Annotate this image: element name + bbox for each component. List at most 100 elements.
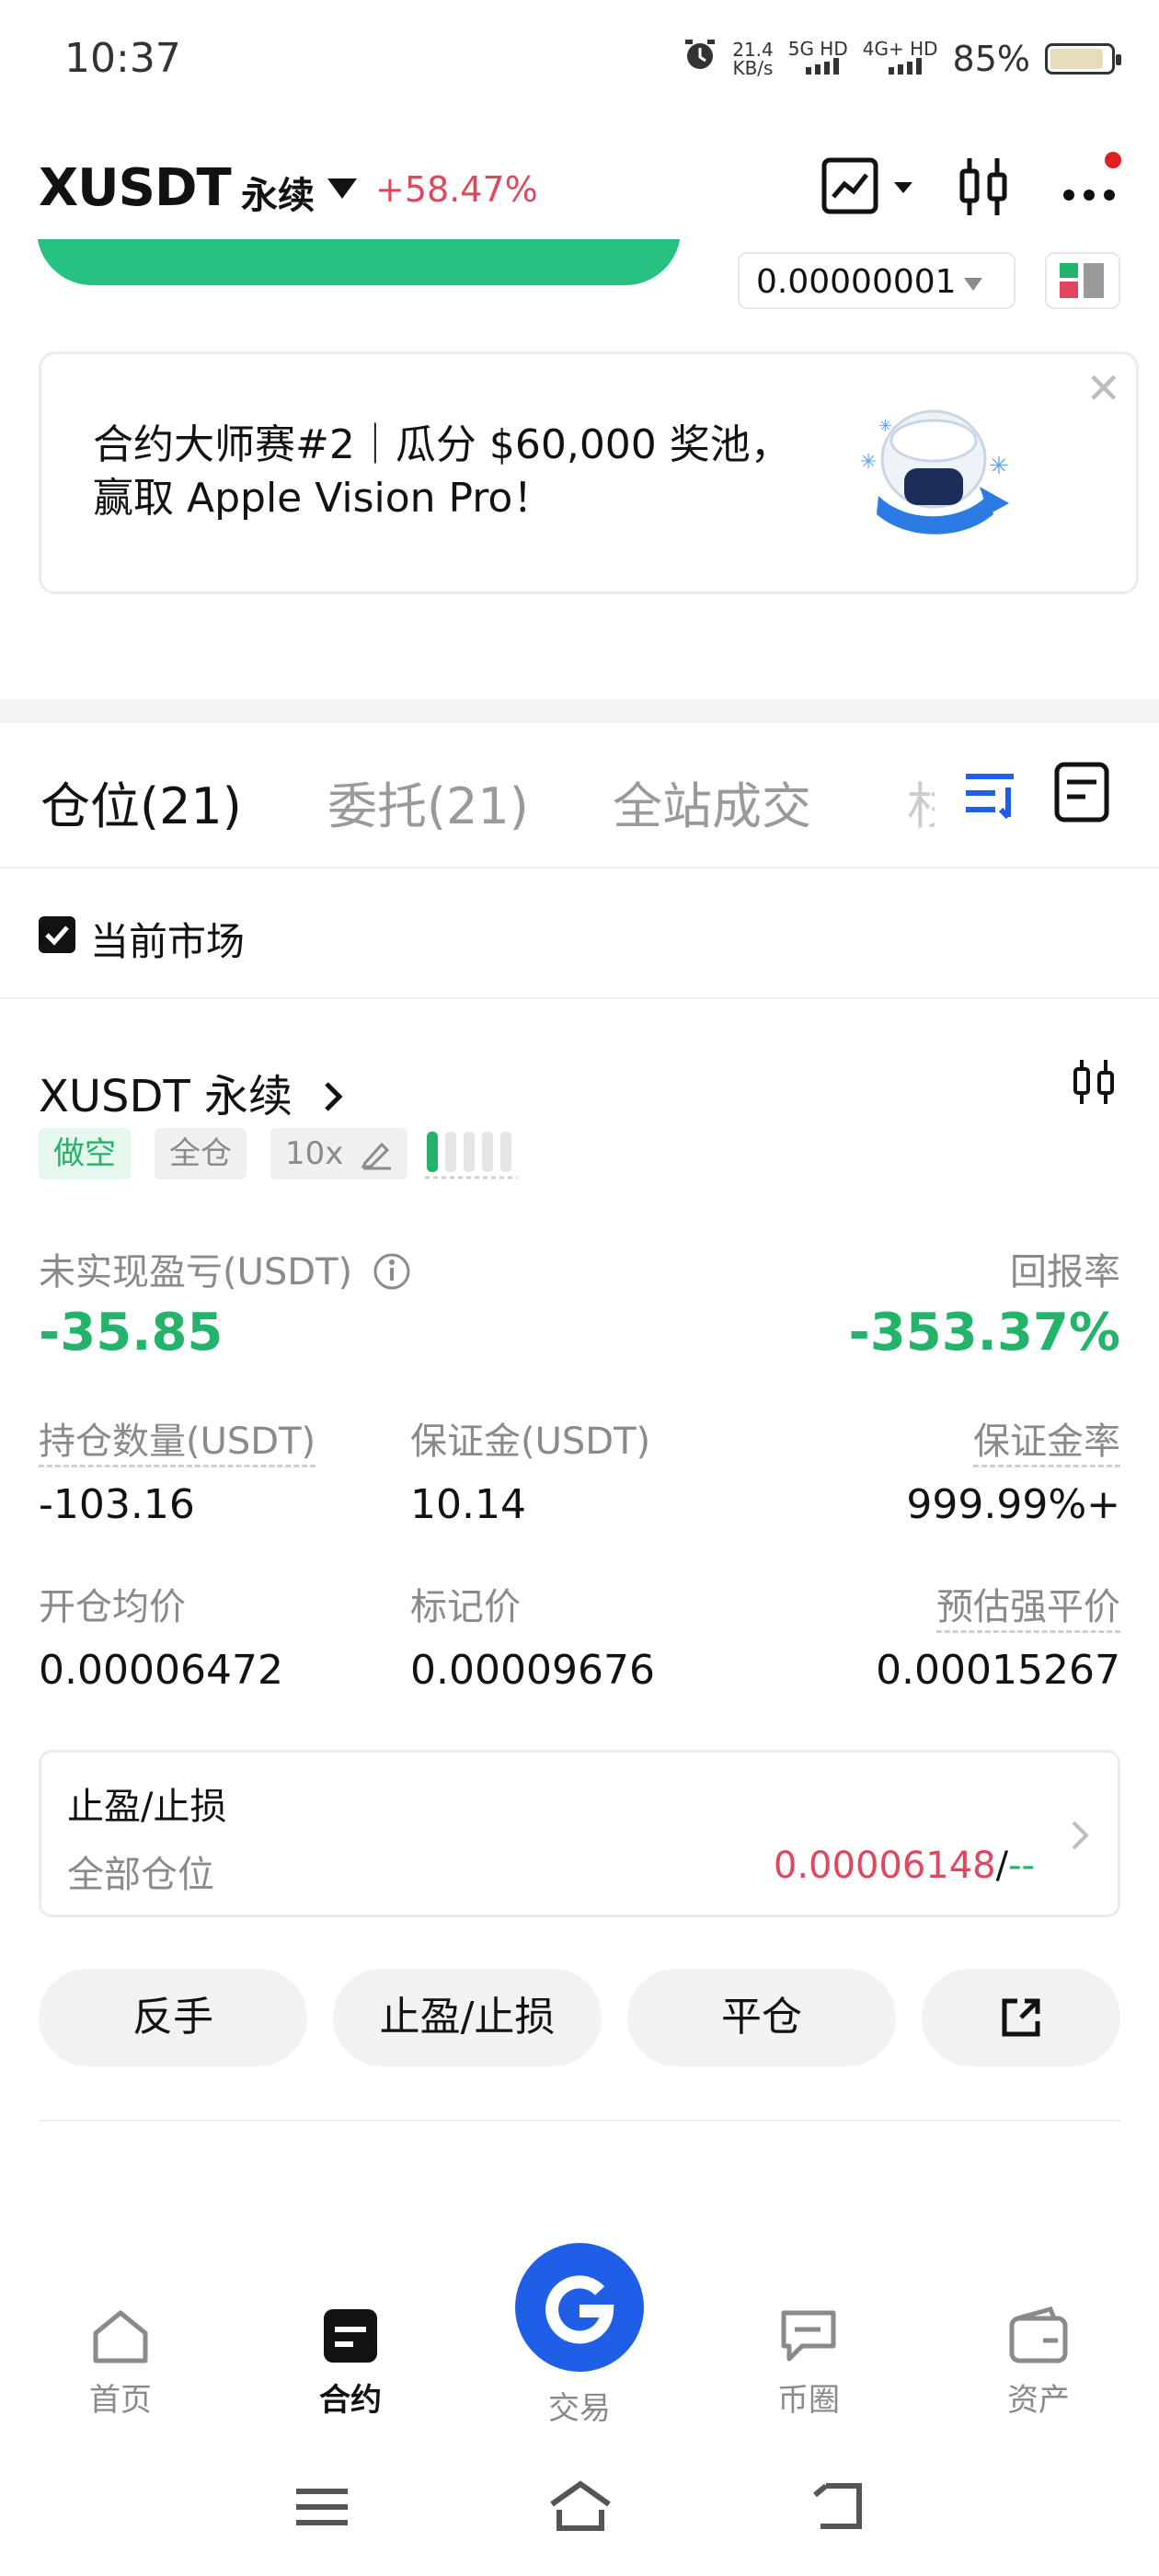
check-icon [45,926,69,946]
size-value: -103.16 [39,1481,195,1528]
candlestick-icon [959,158,1007,215]
pnl-value: -35.85 [39,1303,224,1363]
more-button[interactable] [1058,147,1131,224]
mark-label: 标记价 [410,1586,521,1628]
tpsl-values: 0.00006148/-- [774,1845,1035,1887]
menu-icon[interactable] [293,2484,351,2534]
status-time: 10:37 [64,35,181,82]
signal-5g-label: 5G HD [787,38,848,60]
roe-label: 回报率 [1010,1251,1120,1294]
trade-button[interactable] [515,2243,644,2372]
size-label-text: 持仓数量(USDT) [39,1420,316,1467]
divider [39,2120,1120,2122]
edit-icon [361,1142,392,1170]
line-chart-icon [821,157,912,214]
share-button[interactable] [922,1969,1120,2066]
symbol-dropdown-icon[interactable] [327,178,357,199]
close-icon[interactable]: ✕ [1085,363,1121,413]
signal-bars-icon [806,58,840,75]
margin-mode-tag[interactable]: 全仓 [155,1128,247,1179]
depth-layout-button[interactable] [1045,252,1120,309]
chart-toggle-button[interactable] [820,156,922,221]
margin-ratio-label: 保证金率 [973,1411,1120,1467]
sl-value: -- [1008,1845,1035,1887]
back-icon[interactable] [808,2478,868,2537]
leverage-value: 10x [285,1135,344,1172]
nav-home[interactable]: 首页 [52,2306,189,2420]
close-position-button[interactable]: 平仓 [627,1969,896,2066]
system-nav [0,2447,1159,2576]
signal-4g-label: 4G+ HD [862,38,938,60]
futures-icon [324,2309,377,2363]
entry-label: 开仓均价 [39,1586,186,1628]
orderbook-layout-icon [1060,263,1104,298]
order-history-button[interactable] [1052,760,1111,828]
filter-sort-button[interactable] [962,764,1021,826]
nav-assets[interactable]: 资产 [970,2306,1107,2420]
svg-text:✳: ✳ [860,451,877,474]
nav-futures-label: 合约 [319,2382,382,2419]
tpsl-button[interactable]: 止盈/止损 [333,1969,602,2066]
home-icon [93,2310,148,2363]
dropdown-icon [964,278,982,291]
adl-indicator [425,1128,517,1183]
signal-4g: 4G+ HD [863,40,938,77]
chevron-right-icon [325,1082,343,1111]
share-icon [1002,1998,1040,2037]
document-icon [1054,762,1109,822]
nav-home-label: 首页 [89,2382,152,2419]
tpsl-scope: 全部仓位 [67,1854,214,1896]
size-label: 持仓数量(USDT) [39,1411,316,1467]
tpsl-separator: / [995,1845,1009,1887]
net-speed-unit: KB/s [732,56,774,79]
position-symbol[interactable]: XUSDT 永续 [39,1060,352,1124]
tab-orders[interactable]: 委托(21) [327,765,529,838]
net-speed-value: 21.4 [732,38,774,61]
bottom-nav: 首页 合约 交易 币圈 资产 [0,2243,1159,2444]
precision-selector[interactable]: 0.00000001 [738,252,1016,309]
battery-icon [1045,42,1121,75]
nav-trade[interactable]: 交易 [511,2243,648,2428]
promo-banner[interactable]: 合约大师赛#2｜瓜分 $60,000 奖池，赢取 Apple Vision Pr… [39,351,1139,594]
mascot-illustration: ✳ ✳ ✳ [842,385,1026,560]
nav-trade-label: 交易 [548,2390,611,2427]
tab-all-trades[interactable]: 全站成交 [613,765,811,838]
liq-value: 0.00015267 [876,1647,1120,1694]
leverage-tag[interactable]: 10x [270,1128,408,1179]
status-icons: 21.4 KB/s 5G HD 4G+ HD 85% [683,37,1121,80]
signal-bars-icon [888,58,922,75]
pnl-label-wrap: 未实现盈亏(USDT) [39,1242,412,1295]
symbol-title[interactable]: XUSDT [39,158,232,218]
status-bar: 10:37 21.4 KB/s 5G HD 4G+ HD 85% [0,0,1159,120]
kline-button[interactable] [1071,1056,1119,1111]
position-card: XUSDT 永续 做空 全仓 10x 未实现盈亏(USDT) 回报率 -35.8… [0,999,1159,2122]
margin-ratio-value: 999.99%+ [906,1481,1120,1528]
buy-button[interactable] [37,239,681,285]
net-speed: 21.4 KB/s [732,40,774,77]
mark-value: 0.00009676 [410,1647,655,1694]
margin-label: 保证金(USDT) [410,1420,651,1463]
current-market-label[interactable]: 当前市场 [90,911,245,967]
notification-dot [1105,152,1121,168]
trade-panel-strip: 0.00000001 [0,239,1159,313]
filter-row: 当前市场 [0,868,1159,999]
tab-positions[interactable]: 仓位(21) [40,765,242,838]
positions-tabs: 仓位(21) 委托(21) 全站成交 杉 [0,723,1159,868]
info-icon[interactable] [372,1251,412,1292]
tpsl-panel[interactable]: 止盈/止损 全部仓位 0.00006148/-- [39,1750,1120,1917]
current-market-checkbox[interactable] [39,916,75,953]
nav-futures[interactable]: 合约 [281,2306,419,2420]
svg-text:✳: ✳ [989,453,1009,480]
nav-community[interactable]: 币圈 [740,2306,878,2420]
roe-value: -353.37% [848,1303,1120,1363]
signal-5g: 5G HD [788,40,848,77]
home-nav-icon[interactable] [546,2478,614,2537]
reverse-button[interactable]: 反手 [39,1969,307,2066]
svg-text:✳: ✳ [878,417,892,436]
price-change: +58.47% [375,169,538,210]
candlestick-button[interactable] [957,155,1012,223]
nav-assets-label: 资产 [1007,2382,1070,2419]
contract-type[interactable]: 永续 [241,166,315,219]
tab-more-cut[interactable]: 杉 [907,765,935,838]
more-dots-icon [1063,152,1121,201]
